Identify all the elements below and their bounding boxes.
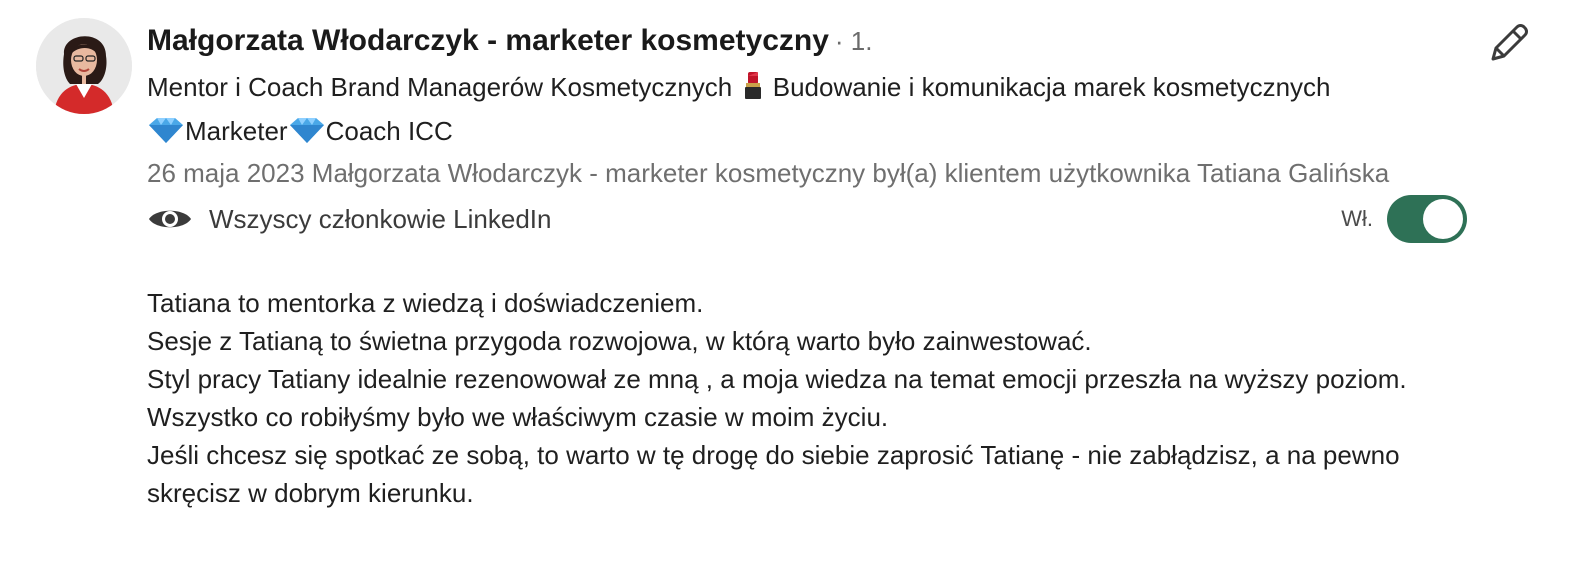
avatar[interactable] bbox=[36, 18, 132, 114]
lipstick-icon bbox=[740, 70, 766, 110]
recommendation-line: Styl pracy Tatiany idealnie rezenowował … bbox=[147, 364, 1407, 394]
connection-degree: · 1. bbox=[834, 26, 873, 56]
recommendation-card: Małgorzata Włodarczyk - marketer kosmety… bbox=[0, 0, 1584, 574]
toggle-label: Wł. bbox=[1341, 206, 1373, 231]
headline-text-2: Budowanie i komunikacja marek kosmetyczn… bbox=[765, 72, 1331, 102]
gem-icon bbox=[288, 116, 326, 154]
recommendation-line: Jeśli chcesz się spotkać ze sobą, to war… bbox=[147, 440, 1400, 508]
avatar-image bbox=[36, 18, 132, 114]
recommendation-line: Wszystko co robiłyśmy było we właściwym … bbox=[147, 402, 889, 432]
headline-text-1: Mentor i Coach Brand Managerów Kosmetycz… bbox=[147, 72, 740, 102]
author-headline-line2: Marketer Coach ICC bbox=[147, 112, 1467, 154]
visibility-toggle-group: Wł. bbox=[1341, 195, 1467, 243]
visibility-label: Wszyscy członkowie LinkedIn bbox=[209, 203, 552, 234]
headline-text-3: Marketer bbox=[185, 116, 288, 146]
author-name[interactable]: Małgorzata Włodarczyk - marketer kosmety… bbox=[147, 24, 829, 58]
edit-button[interactable] bbox=[1486, 22, 1532, 68]
author-line: Małgorzata Włodarczyk - marketer kosmety… bbox=[147, 24, 1467, 66]
pencil-icon bbox=[1487, 21, 1531, 70]
recommendation-content: Małgorzata Włodarczyk - marketer kosmety… bbox=[147, 24, 1467, 512]
author-headline: Mentor i Coach Brand Managerów Kosmetycz… bbox=[147, 68, 1467, 110]
recommendation-text: Tatiana to mentorka z wiedzą i doświadcz… bbox=[147, 284, 1467, 512]
recommendation-meta: 26 maja 2023 Małgorzata Włodarczyk - mar… bbox=[147, 158, 1390, 188]
visibility-row: Wszyscy członkowie LinkedIn Wł. bbox=[147, 194, 1467, 244]
recommendation-line: Tatiana to mentorka z wiedzą i doświadcz… bbox=[147, 288, 704, 318]
gem-icon bbox=[147, 116, 185, 154]
recommendation-line: Sesje z Tatianą to świetna przygoda rozw… bbox=[147, 326, 1092, 356]
headline-text-4: Coach ICC bbox=[325, 116, 453, 146]
eye-icon bbox=[147, 204, 193, 234]
visibility-toggle[interactable] bbox=[1387, 195, 1467, 243]
toggle-knob bbox=[1423, 199, 1463, 239]
